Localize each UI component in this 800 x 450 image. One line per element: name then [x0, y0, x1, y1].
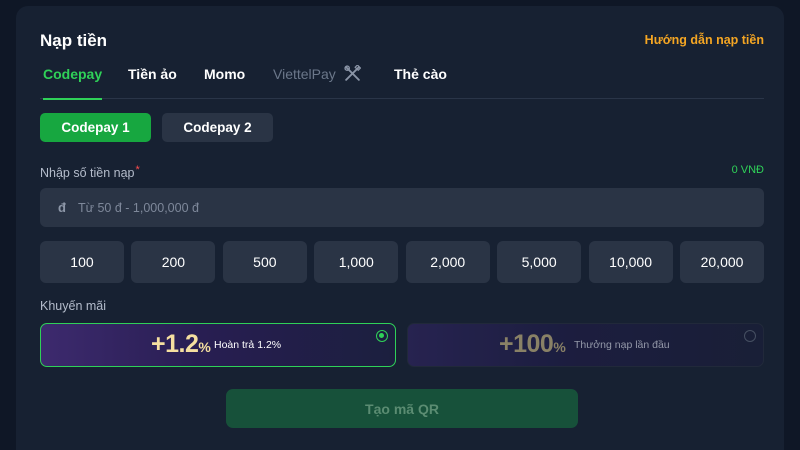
create-qr-button[interactable]: Tạo mã QR [226, 389, 578, 428]
promotion-cashback-card[interactable]: +1.2% Hoàn trả 1.2% [40, 323, 396, 367]
preset-amount-button[interactable]: 500 [222, 241, 307, 283]
balance-value: 0 VNĐ [731, 164, 764, 176]
promotion-value: +100% [499, 330, 566, 359]
promotion-unit: % [553, 339, 566, 355]
tab-label: Thẻ cào [394, 66, 447, 82]
tab-momo[interactable]: Momo [204, 64, 245, 99]
promotion-description: Hoàn trả 1.2% [214, 339, 282, 351]
promotion-number: +1.2 [151, 330, 199, 358]
tab-label: Codepay [43, 66, 103, 82]
promotion-first-deposit-card[interactable]: +100% Thưởng nạp lần đầu [407, 323, 764, 367]
preset-amount-button[interactable]: 1,000 [314, 241, 399, 283]
promotion-radio-selected[interactable] [376, 330, 388, 342]
promotion-number: +100 [499, 330, 554, 358]
tab-the-cao[interactable]: Thẻ cào [394, 64, 447, 99]
tab-viettelpay[interactable]: ViettelPay [273, 64, 362, 99]
promotion-value: +1.2% [151, 330, 211, 359]
payment-method-tabs: Codepay Tiền ảo Momo ViettelPay Thẻ cào [40, 64, 764, 100]
promotion-description: Thưởng nạp lần đầu [574, 339, 670, 351]
amount-input[interactable] [78, 188, 764, 227]
tools-icon [344, 64, 362, 85]
preset-amount-button[interactable]: 20,000 [680, 241, 764, 283]
dong-currency-icon: đ [58, 200, 66, 215]
promotion-label: Khuyến mãi [40, 299, 107, 313]
tab-label: Tiền ảo [128, 66, 177, 82]
codepay-1-button[interactable]: Codepay 1 [40, 113, 151, 142]
codepay-2-button[interactable]: Codepay 2 [162, 113, 273, 142]
tab-codepay[interactable]: Codepay [43, 64, 103, 100]
preset-amount-button[interactable]: 2,000 [405, 241, 490, 283]
amount-label: Nhập số tiền nạp* [40, 164, 140, 180]
tab-tien-ao[interactable]: Tiền ảo [128, 64, 177, 99]
tab-label: ViettelPay [273, 66, 336, 82]
tab-label: Momo [204, 66, 246, 82]
preset-amount-button[interactable]: 100 [40, 241, 124, 283]
promotion-radio-unselected[interactable] [744, 330, 756, 342]
required-mark: * [135, 164, 140, 176]
preset-amount-button[interactable]: 10,000 [588, 241, 673, 283]
page-title: Nạp tiền [40, 31, 108, 50]
preset-amount-button[interactable]: 5,000 [497, 241, 582, 283]
promotion-unit: % [198, 339, 211, 355]
deposit-guide-link[interactable]: Hướng dẫn nạp tiền [645, 33, 764, 47]
preset-amount-button[interactable]: 200 [131, 241, 216, 283]
preset-amounts: 100 200 500 1,000 2,000 5,000 10,000 20,… [40, 241, 764, 283]
amount-label-text: Nhập số tiền nạp [40, 166, 135, 180]
amount-input-wrapper: đ [40, 188, 764, 227]
